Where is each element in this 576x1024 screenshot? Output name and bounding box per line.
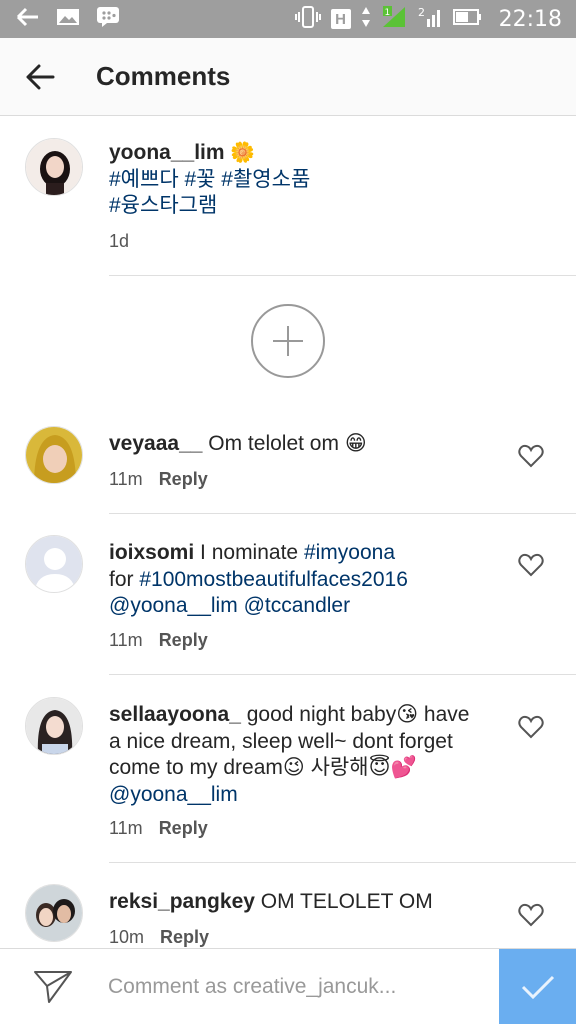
caption-username[interactable]: yoona__lim	[109, 141, 225, 164]
blackberry-messenger-icon	[96, 6, 120, 33]
caption-hashtags-line1[interactable]: #예쁘다 #꽃 #촬영소품	[109, 168, 310, 191]
comment-text: ioixsomi I nominate #imyoona for #100mos…	[109, 540, 506, 620]
checkmark-icon	[521, 975, 554, 1000]
paper-plane-icon	[34, 970, 72, 1003]
comment-username[interactable]: reksi_pangkey	[109, 890, 255, 913]
divider	[109, 275, 576, 276]
battery-icon	[452, 8, 483, 31]
avatar[interactable]	[25, 535, 83, 593]
comment-meta: 10m Reply	[109, 927, 209, 948]
vibrate-icon	[294, 5, 321, 34]
comment-meta: 11m Reply	[109, 818, 208, 839]
top-app-bar: Comments	[0, 38, 576, 116]
avatar[interactable]	[25, 884, 83, 942]
svg-text:2: 2	[418, 6, 425, 19]
divider	[109, 513, 576, 514]
comment-text: reksi_pangkey OM TELOLET OM	[109, 889, 506, 916]
comment-body: come to my dream😉 사랑해😇💕	[109, 756, 417, 779]
comment-body: for	[109, 567, 140, 591]
arrow-left-icon	[26, 64, 55, 89]
heart-icon[interactable]	[518, 553, 544, 577]
hashtag-link[interactable]: #100mostbeautifulfaces2016	[139, 568, 408, 591]
comment-time: 11m	[109, 818, 143, 838]
comment-text: veyaaa__ Om telolet om 😁	[109, 431, 506, 458]
comment-username[interactable]: sellaayoona_	[109, 703, 241, 726]
mention-link[interactable]: @tccandler	[244, 594, 351, 617]
caption-time: 1d	[109, 231, 130, 251]
comment-time: 10m	[109, 927, 145, 947]
load-more-comments-button[interactable]	[251, 304, 325, 378]
post-caption: yoona__lim 🌼 #예쁘다 #꽃 #촬영소품 #융스타그램 1d	[0, 117, 576, 277]
signal-sim1-icon: 1	[381, 5, 407, 34]
comment-body: OM TELOLET OM	[254, 890, 433, 913]
reply-button[interactable]: Reply	[159, 630, 208, 651]
reply-button[interactable]: Reply	[159, 818, 208, 839]
mention-link[interactable]: @yoona__lim	[109, 783, 238, 806]
direct-share-button[interactable]	[28, 962, 78, 1012]
svg-text:1: 1	[384, 8, 390, 18]
hashtag-link[interactable]: #imyoona	[304, 541, 395, 564]
page-title: Comments	[96, 61, 231, 91]
comment-time: 11m	[109, 630, 143, 650]
post-comment-button[interactable]	[499, 949, 576, 1024]
avatar[interactable]	[25, 426, 83, 484]
avatar[interactable]	[25, 138, 83, 196]
divider	[109, 862, 576, 863]
gallery-notification-icon	[56, 7, 80, 32]
signal-sim2-icon: 2	[417, 5, 443, 34]
reply-button[interactable]: Reply	[160, 927, 209, 948]
avatar[interactable]	[25, 697, 83, 755]
plus-icon	[273, 326, 303, 356]
comment-meta: 11m Reply	[109, 630, 208, 651]
heart-icon[interactable]	[518, 444, 544, 468]
comment-meta: 11m Reply	[109, 469, 208, 490]
comment-body: good night baby😘 have	[240, 703, 470, 726]
comment-username[interactable]: veyaaa__	[109, 432, 202, 455]
comment-username[interactable]: ioixsomi	[109, 541, 194, 564]
clock: 22:18	[498, 6, 562, 32]
comment-body: a nice dream, sleep well~ dont forget	[109, 729, 453, 753]
caption-text: yoona__lim 🌼 #예쁘다 #꽃 #촬영소품 #융스타그램	[109, 140, 506, 220]
caption-meta: 1d	[109, 231, 129, 252]
divider	[109, 674, 576, 675]
comment-time: 11m	[109, 469, 143, 489]
back-button[interactable]	[10, 47, 70, 107]
mention-link[interactable]: @yoona__lim	[109, 594, 238, 617]
bbm-notification-icon	[16, 7, 40, 32]
comment-input[interactable]	[108, 969, 488, 1005]
reply-button[interactable]: Reply	[159, 469, 208, 490]
network-type-badge: H	[330, 9, 351, 29]
comment-body: I nominate	[194, 541, 304, 564]
comment-text: sellaayoona_ good night baby😘 have a nic…	[109, 702, 506, 808]
data-arrows-icon	[361, 6, 371, 33]
status-bar: H 1 2 22:18	[0, 0, 576, 38]
caption-hashtags-line2[interactable]: #융스타그램	[109, 194, 217, 217]
heart-icon[interactable]	[518, 715, 544, 739]
flower-emoji: 🌼	[230, 142, 256, 164]
heart-icon[interactable]	[518, 903, 544, 927]
comment-composer	[0, 948, 576, 1024]
comment-body: Om telolet om 😁	[202, 432, 367, 455]
